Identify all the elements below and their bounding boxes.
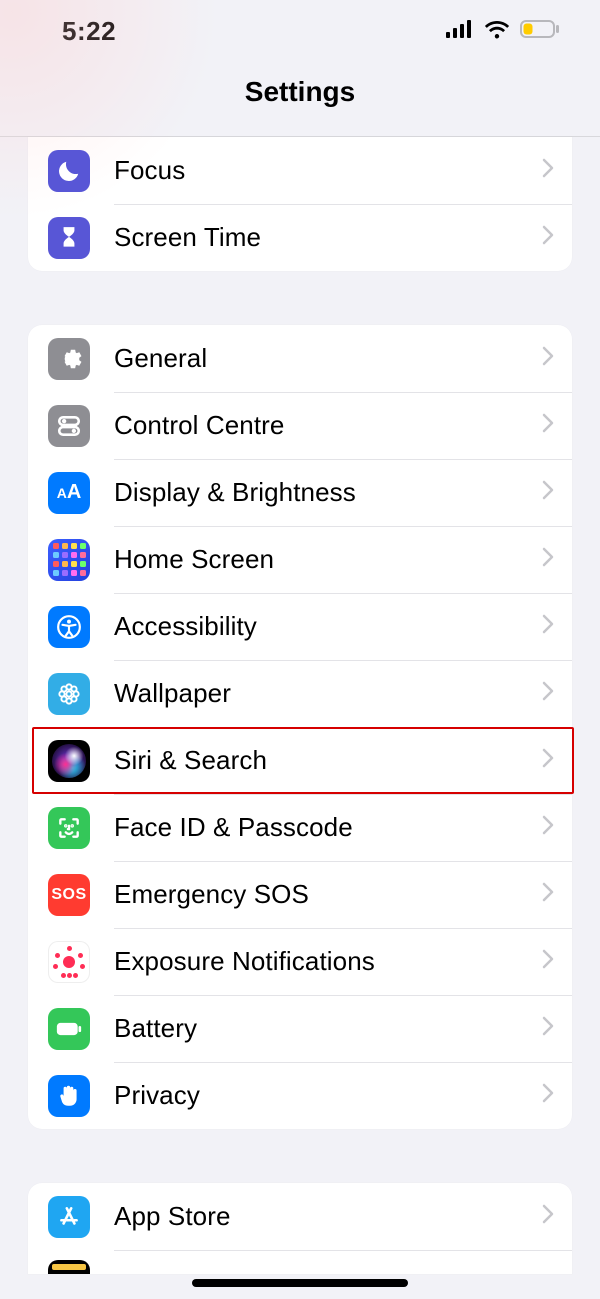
settings-row-app-store[interactable]: App Store [28,1183,572,1250]
page-title: Settings [0,62,600,136]
settings-row-control-centre[interactable]: Control Centre [28,392,572,459]
settings-row-label: App Store [114,1201,542,1232]
chevron-right-icon [542,681,554,706]
chevron-right-icon [542,949,554,974]
exposure-icon [48,941,90,983]
chevron-right-icon [542,882,554,907]
status-icons [446,19,560,44]
gear-icon [48,338,90,380]
settings-row-wallet[interactable] [28,1250,572,1274]
settings-group-0: Focus Screen Time [28,137,572,271]
settings-row-label: Siri & Search [114,745,542,776]
settings-row-accessibility[interactable]: Accessibility [28,593,572,660]
hourglass-icon [48,217,90,259]
wallet-icon [48,1260,90,1274]
settings-row-privacy[interactable]: Privacy [28,1062,572,1129]
chevron-right-icon [542,1204,554,1229]
battery-icon [520,20,560,43]
settings-row-home-screen[interactable]: Home Screen [28,526,572,593]
settings-group-2: App Store [28,1183,572,1274]
siri-icon [48,740,90,782]
home-grid-icon [48,539,90,581]
chevron-right-icon [542,815,554,840]
settings-group-1: General Control Centre AA Display & Brig… [28,325,572,1129]
settings-row-emergency-sos[interactable]: SOS Emergency SOS [28,861,572,928]
settings-row-label: Privacy [114,1080,542,1111]
toggles-icon [48,405,90,447]
status-bar: 5:22 [0,0,600,62]
chevron-right-icon [542,1083,554,1108]
sos-icon: SOS [48,874,90,916]
moon-icon [48,150,90,192]
settings-row-label: Home Screen [114,544,542,575]
settings-row-label: Display & Brightness [114,477,542,508]
home-indicator [192,1279,408,1287]
chevron-right-icon [542,748,554,773]
settings-row-wallpaper[interactable]: Wallpaper [28,660,572,727]
settings-row-display-brightness[interactable]: AA Display & Brightness [28,459,572,526]
chevron-right-icon [542,1016,554,1041]
settings-row-label: Emergency SOS [114,879,542,910]
settings-row-label: Wallpaper [114,678,542,709]
settings-row-label: Battery [114,1013,542,1044]
settings-row-label: General [114,343,542,374]
chevron-right-icon [542,614,554,639]
settings-row-focus[interactable]: Focus [28,137,572,204]
settings-row-siri-search[interactable]: Siri & Search [28,727,572,794]
settings-row-exposure-notifications[interactable]: Exposure Notifications [28,928,572,995]
accessibility-icon [48,606,90,648]
settings-row-label: Focus [114,155,542,186]
chevron-right-icon [542,346,554,371]
settings-row-face-id-passcode[interactable]: Face ID & Passcode [28,794,572,861]
settings-row-screen-time[interactable]: Screen Time [28,204,572,271]
cellular-icon [446,20,474,43]
app-store-icon [48,1196,90,1238]
flower-icon [48,673,90,715]
battery-icon [48,1008,90,1050]
wifi-icon [484,19,510,44]
text-size-icon: AA [48,472,90,514]
settings-row-label: Exposure Notifications [114,946,542,977]
status-time: 5:22 [62,16,116,47]
face-id-icon [48,807,90,849]
chevron-right-icon [542,480,554,505]
settings-row-battery[interactable]: Battery [28,995,572,1062]
chevron-right-icon [542,547,554,572]
settings-row-label: Screen Time [114,222,542,253]
chevron-right-icon [542,225,554,250]
chevron-right-icon [542,413,554,438]
settings-row-general[interactable]: General [28,325,572,392]
chevron-right-icon [542,158,554,183]
settings-row-label: Face ID & Passcode [114,812,542,843]
settings-row-label: Accessibility [114,611,542,642]
settings-row-label: Control Centre [114,410,542,441]
hand-icon [48,1075,90,1117]
